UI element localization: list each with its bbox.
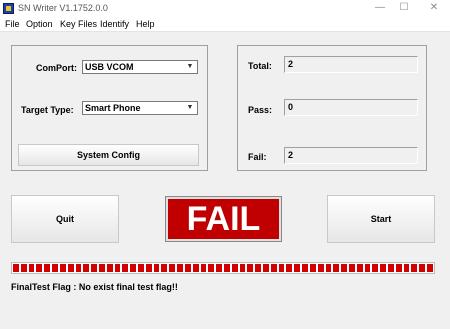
progress-segment	[20, 264, 27, 272]
progress-segment	[388, 264, 394, 272]
progress-segment	[333, 264, 340, 272]
progress-segment	[177, 264, 183, 272]
target-type-label: Target Type:	[21, 105, 74, 115]
progress-segment	[208, 264, 215, 272]
progress-segment	[294, 264, 301, 272]
progress-segment	[192, 264, 199, 272]
progress-segment	[348, 264, 355, 272]
progress-segment	[52, 264, 58, 272]
progress-segment	[270, 264, 277, 272]
progress-segment	[380, 264, 386, 272]
comport-value: USB VCOM	[85, 62, 134, 72]
progress-segment	[161, 264, 168, 272]
target-type-value: Smart Phone	[85, 103, 141, 113]
progress-segment	[67, 264, 74, 272]
progress-segment	[98, 264, 105, 272]
progress-segment	[255, 264, 261, 272]
start-button[interactable]: Start	[327, 195, 435, 243]
progress-bar	[11, 262, 435, 274]
progress-segment	[122, 264, 129, 272]
progress-segment	[216, 264, 222, 272]
progress-segment	[263, 264, 269, 272]
progress-segment	[153, 264, 160, 272]
total-field: 2	[284, 56, 418, 73]
progress-segment	[13, 264, 19, 272]
menu-bar: File Option Key Files Identify Help	[0, 17, 450, 32]
progress-segment	[325, 264, 332, 272]
pass-label: Pass:	[248, 105, 273, 115]
progress-segment	[372, 264, 379, 272]
result-text: FAIL	[186, 200, 261, 238]
progress-segment	[403, 264, 410, 272]
total-label: Total:	[248, 61, 272, 71]
progress-segment	[59, 264, 66, 272]
pass-field: 0	[284, 99, 418, 116]
fail-field: 2	[284, 147, 418, 164]
fail-value: 2	[288, 150, 294, 160]
stats-group: Total: 2 Pass: 0 Fail: 2	[237, 45, 427, 171]
progress-segment	[223, 264, 230, 272]
close-icon[interactable]: ✕	[424, 1, 444, 15]
menu-file[interactable]: File	[5, 19, 20, 29]
progress-segment	[411, 264, 418, 272]
progress-segment	[302, 264, 308, 272]
progress-segment	[364, 264, 371, 272]
fail-label: Fail:	[248, 152, 267, 162]
title-bar: SN Writer V1.1752.0.0 — ☐ ✕	[0, 0, 450, 17]
pass-value: 0	[288, 102, 294, 112]
menu-help[interactable]: Help	[136, 19, 155, 29]
result-indicator: FAIL	[165, 196, 282, 242]
progress-segment	[36, 264, 43, 272]
progress-segment	[114, 264, 121, 272]
progress-segment	[145, 264, 152, 272]
total-value: 2	[288, 59, 294, 69]
config-group: ComPort: USB VCOM ▼ Target Type: Smart P…	[11, 45, 208, 171]
chevron-down-icon: ▼	[186, 63, 194, 70]
maximize-icon[interactable]: ☐	[394, 1, 414, 15]
progress-segment	[169, 264, 176, 272]
progress-segment	[83, 264, 90, 272]
progress-segment	[44, 264, 51, 272]
minimize-icon[interactable]: —	[370, 1, 390, 15]
progress-segment	[356, 264, 363, 272]
menu-identify[interactable]: Identify	[100, 19, 129, 29]
progress-segment	[231, 264, 238, 272]
app-icon	[3, 3, 14, 14]
target-type-select[interactable]: Smart Phone ▼	[82, 101, 198, 115]
progress-segment	[239, 264, 246, 272]
progress-segment	[395, 264, 402, 272]
progress-segment	[184, 264, 191, 272]
progress-segment	[278, 264, 285, 272]
progress-segment	[75, 264, 82, 272]
progress-segment	[91, 264, 97, 272]
progress-segment	[247, 264, 254, 272]
progress-segment	[106, 264, 113, 272]
menu-key-files[interactable]: Key Files	[60, 19, 97, 29]
progress-segment	[28, 264, 35, 272]
progress-segment	[427, 264, 433, 272]
progress-segment	[317, 264, 324, 272]
comport-select[interactable]: USB VCOM ▼	[82, 60, 198, 74]
progress-segment	[138, 264, 144, 272]
progress-segment	[341, 264, 347, 272]
status-text: FinalTest Flag : No exist final test fla…	[11, 282, 178, 292]
progress-segment	[309, 264, 316, 272]
window-title: SN Writer V1.1752.0.0	[18, 3, 108, 13]
chevron-down-icon: ▼	[186, 104, 194, 111]
progress-segment	[130, 264, 136, 272]
system-config-button[interactable]: System Config	[18, 144, 199, 166]
quit-button[interactable]: Quit	[11, 195, 119, 243]
progress-segment	[419, 264, 426, 272]
progress-segment	[286, 264, 293, 272]
menu-option[interactable]: Option	[26, 19, 53, 29]
progress-segment	[200, 264, 207, 272]
comport-label: ComPort:	[36, 63, 77, 73]
